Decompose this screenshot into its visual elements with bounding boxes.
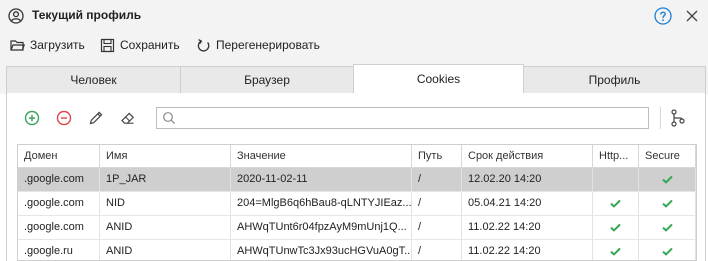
cell-domain: .google.com: [18, 168, 100, 191]
cell-path: /: [412, 216, 462, 239]
remove-cookie-button[interactable]: [54, 108, 74, 128]
table-row[interactable]: .google.com ANID AHWqTUnt6r04fpzAyM9mUnj…: [18, 216, 696, 239]
tab-browser[interactable]: Браузер: [180, 66, 354, 94]
plus-circle-icon: [24, 110, 40, 126]
table-row[interactable]: .google.com 1P_JAR 2020-11-02-11 / 12.02…: [18, 168, 696, 191]
cell-value: AHWqTUnt6r04fpzAyM9mUnj1Q...: [231, 216, 412, 239]
cookie-search-input[interactable]: [181, 109, 645, 127]
checkmark-icon: [610, 247, 621, 256]
table-row[interactable]: .google.com NID 204=MlgB6q6hBau8-qLNTYJI…: [18, 192, 696, 215]
column-header-name[interactable]: Имя: [100, 145, 231, 168]
tab-bar: Человек Браузер Cookies Профиль: [0, 58, 708, 94]
tab-cookies[interactable]: Cookies: [353, 64, 524, 94]
cell-domain: .google.ru: [18, 240, 100, 260]
add-cookie-button[interactable]: [22, 108, 42, 128]
eraser-icon: [121, 112, 135, 124]
checkmark-icon: [610, 223, 621, 232]
cell-value: 204=MlgB6q6hBau8-qLNTYJIEaz...: [231, 192, 412, 215]
refresh-icon: [197, 38, 210, 51]
pencil-icon: [89, 111, 103, 125]
checkmark-icon: [610, 199, 621, 208]
column-header-expires[interactable]: Срок действия: [462, 145, 593, 168]
floppy-disk-icon: [100, 38, 115, 52]
cell-secure[interactable]: [639, 192, 696, 215]
cell-path: /: [412, 192, 462, 215]
column-header-value[interactable]: Значение: [231, 145, 412, 168]
profile-toolbar: Загрузить Сохранить Перегенерировать: [0, 32, 708, 58]
cell-path: /: [412, 240, 462, 260]
cell-expires: 12.02.20 14:20: [462, 168, 593, 191]
checkmark-icon: [661, 199, 673, 208]
cell-expires: 05.04.21 14:20: [462, 192, 593, 215]
cell-name: NID: [100, 192, 231, 215]
load-label: Загрузить: [30, 38, 85, 52]
cell-domain: .google.com: [18, 216, 100, 239]
column-header-path[interactable]: Путь: [412, 145, 462, 168]
cell-domain: .google.com: [18, 192, 100, 215]
cell-httponly[interactable]: [593, 216, 639, 239]
cell-httponly[interactable]: [593, 168, 639, 191]
column-header-domain[interactable]: Домен: [18, 145, 100, 168]
cell-name: ANID: [100, 240, 231, 260]
cell-httponly[interactable]: [593, 192, 639, 215]
checkmark-icon: [661, 247, 673, 256]
table-row[interactable]: .google.ru ANID AHWqTUnwTc3Jx93ucHGVuA0g…: [18, 240, 696, 260]
edit-cookie-button[interactable]: [86, 108, 106, 128]
tab-profile[interactable]: Профиль: [523, 66, 706, 94]
cell-secure[interactable]: [639, 240, 696, 260]
cookies-table: Домен Имя Значение Путь Срок действия Ht…: [17, 144, 697, 261]
branch-icon[interactable]: [669, 108, 687, 128]
search-icon: [163, 112, 176, 125]
cell-name: 1P_JAR: [100, 168, 231, 191]
cell-path: /: [412, 168, 462, 191]
cell-secure[interactable]: [639, 168, 696, 191]
cell-httponly[interactable]: [593, 240, 639, 260]
save-label: Сохранить: [120, 38, 180, 52]
user-profile-icon: [8, 8, 24, 24]
checkmark-icon: [661, 223, 673, 232]
cell-expires: 11.02.22 14:20: [462, 216, 593, 239]
cookies-panel: Домен Имя Значение Путь Срок действия Ht…: [6, 93, 706, 261]
cookie-search-box[interactable]: [156, 107, 649, 129]
save-button[interactable]: Сохранить: [100, 36, 180, 54]
cell-secure[interactable]: [639, 216, 696, 239]
cell-expires: 11.02.22 14:20: [462, 240, 593, 260]
window-title: Текущий профиль: [32, 8, 142, 22]
folder-open-icon: [10, 39, 25, 51]
checkmark-icon: [661, 175, 673, 184]
title-bar: Текущий профиль: [0, 0, 708, 32]
column-header-secure[interactable]: Secure: [639, 145, 696, 168]
load-button[interactable]: Загрузить: [10, 36, 85, 54]
toolbar-divider: [660, 107, 661, 129]
help-icon[interactable]: [654, 7, 672, 25]
clear-cookies-button[interactable]: [118, 108, 138, 128]
column-header-httponly[interactable]: Http...: [593, 145, 639, 168]
table-header: Домен Имя Значение Путь Срок действия Ht…: [18, 145, 696, 168]
cell-value: 2020-11-02-11: [231, 168, 412, 191]
regenerate-label: Перегенерировать: [216, 38, 320, 52]
regenerate-button[interactable]: Перегенерировать: [196, 36, 320, 54]
cell-value: AHWqTUnwTc3Jx93ucHGVuA0gT...: [231, 240, 412, 260]
tab-person[interactable]: Человек: [6, 66, 181, 94]
close-icon[interactable]: [684, 8, 700, 24]
cell-name: ANID: [100, 216, 231, 239]
minus-circle-icon: [56, 110, 72, 126]
